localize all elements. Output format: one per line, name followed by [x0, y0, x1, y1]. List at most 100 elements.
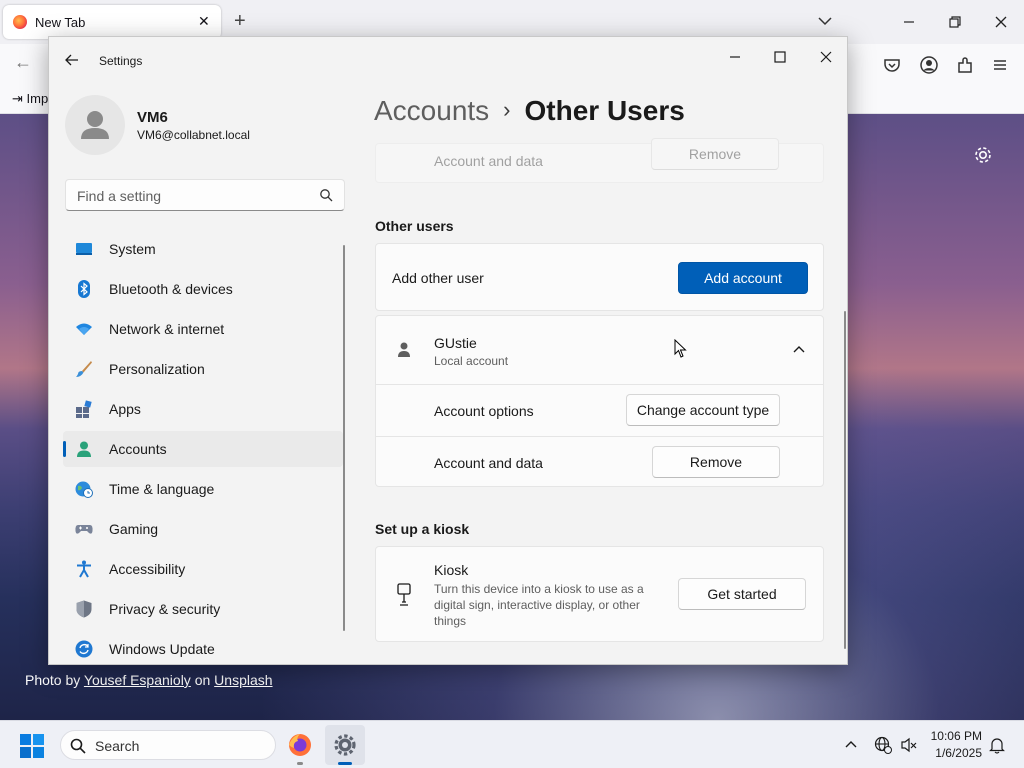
sidebar-item-accessibility[interactable]: Accessibility	[63, 551, 343, 587]
sidebar-item-personalization[interactable]: Personalization	[63, 351, 343, 387]
notification-bell-icon[interactable]	[988, 736, 1006, 754]
kiosk-desc-line-3: things	[434, 614, 467, 628]
search-input[interactable]: Find a setting	[65, 179, 345, 211]
sidebar-item-accounts[interactable]: Accounts	[63, 431, 343, 467]
clock-time[interactable]: 10:06 PM	[930, 729, 982, 743]
minimize-icon[interactable]	[721, 43, 749, 71]
add-other-user-label: Add other user	[392, 270, 484, 286]
kiosk-heading: Set up a kiosk	[375, 521, 470, 537]
new-tab-button[interactable]: +	[234, 9, 246, 33]
photo-credit: Photo by Yousef Espanioly on Unsplash	[25, 672, 273, 688]
breadcrumb-parent[interactable]: Accounts	[374, 95, 489, 126]
running-indicator	[338, 762, 352, 765]
tab-close-button[interactable]: ✕	[198, 13, 210, 29]
kiosk-title: Kiosk	[434, 562, 469, 578]
sidebar-item-windows-update[interactable]: Windows Update	[63, 631, 343, 667]
extensions-icon[interactable]	[955, 55, 975, 75]
windows-start-icon[interactable]	[20, 734, 44, 758]
menu-icon[interactable]	[990, 55, 1010, 75]
firefox-icon	[289, 734, 311, 756]
update-icon	[75, 640, 93, 658]
shield-icon	[76, 600, 92, 618]
search-icon[interactable]	[319, 188, 333, 202]
taskbar-firefox[interactable]	[280, 725, 320, 765]
wifi-icon	[76, 323, 92, 335]
maximize-icon[interactable]	[766, 43, 794, 71]
partial-account-row: Account and data Remove	[375, 138, 824, 183]
sidebar-item-privacy[interactable]: Privacy & security	[63, 591, 343, 627]
sidebar-item-network[interactable]: Network & internet	[63, 311, 343, 347]
minimize-icon[interactable]	[899, 12, 919, 32]
search-icon	[70, 738, 86, 754]
sidebar-item-bluetooth[interactable]: Bluetooth & devices	[63, 271, 343, 307]
accounts-icon	[77, 441, 91, 457]
sidebar-item-system[interactable]: System	[63, 231, 343, 267]
kiosk-desc-line-1: Turn this device into a kiosk to use as …	[434, 582, 644, 596]
chevron-up-icon[interactable]	[792, 344, 806, 354]
sidebar-item-gaming[interactable]: Gaming	[63, 511, 343, 547]
remove-button[interactable]: Remove	[652, 446, 780, 478]
user-icon	[81, 111, 109, 139]
add-other-user-card: Add other user Add account	[375, 243, 824, 311]
profile-name: VM6	[137, 109, 168, 126]
gear-icon[interactable]	[972, 144, 994, 166]
avatar[interactable]	[65, 95, 125, 155]
divider	[376, 436, 823, 437]
browser-tab-new-tab[interactable]: New Tab ✕	[3, 5, 221, 39]
chevron-down-icon[interactable]	[816, 12, 834, 30]
bookmark-import[interactable]: ⇥ Imp	[12, 91, 48, 107]
active-indicator	[63, 441, 66, 457]
bluetooth-icon	[78, 280, 90, 298]
sidebar-scrollbar[interactable]	[343, 245, 345, 631]
sidebar-item-time-language[interactable]: Time & language	[63, 471, 343, 507]
firefox-icon	[13, 15, 27, 29]
unsplash-link[interactable]: Unsplash	[214, 672, 272, 688]
restore-icon[interactable]	[945, 12, 965, 32]
back-arrow-icon[interactable]	[63, 51, 81, 69]
breadcrumb: Accounts › Other Users	[374, 95, 685, 127]
change-account-type-button[interactable]: Change account type	[626, 394, 780, 426]
remove-button-partial[interactable]: Remove	[651, 138, 779, 170]
taskbar-settings[interactable]	[325, 725, 365, 765]
gear-icon	[334, 734, 356, 756]
add-account-button[interactable]: Add account	[678, 262, 808, 294]
account-icon[interactable]	[919, 55, 939, 75]
taskbar: Search 10:06 PM 1/6/2025	[0, 720, 1024, 768]
kiosk-desc-line-2: digital sign, interactive display, or ot…	[434, 598, 640, 612]
profile-email: VM6@collabnet.local	[137, 128, 250, 142]
divider	[376, 384, 823, 385]
content-scrollbar[interactable]	[844, 311, 846, 649]
close-icon[interactable]	[812, 43, 840, 71]
kiosk-icon	[397, 583, 411, 606]
kiosk-card: Kiosk Turn this device into a kiosk to u…	[375, 546, 824, 642]
photo-author-link[interactable]: Yousef Espanioly	[84, 672, 191, 688]
user-card-gustie: GUstie Local account Account options Cha…	[375, 315, 824, 487]
search-placeholder: Find a setting	[77, 188, 162, 204]
user-expander-header[interactable]: GUstie Local account	[376, 316, 823, 384]
back-arrow-icon[interactable]: ←	[14, 52, 32, 73]
settings-window: Settings VM6 VM6@collabnet.local Find a …	[48, 36, 848, 665]
page-title: Other Users	[524, 95, 685, 126]
sidebar-item-apps[interactable]: Apps	[63, 391, 343, 427]
close-icon[interactable]	[991, 12, 1011, 32]
get-started-button[interactable]: Get started	[678, 578, 806, 610]
taskbar-search[interactable]: Search	[60, 730, 276, 760]
pocket-icon[interactable]	[882, 55, 902, 75]
import-icon: ⇥	[12, 91, 27, 106]
chevron-right-icon: ›	[503, 97, 511, 122]
user-name: GUstie	[434, 335, 477, 351]
accessibility-icon	[77, 560, 91, 578]
apps-icon	[76, 400, 92, 418]
window-title: Settings	[99, 54, 143, 68]
gamepad-icon	[75, 525, 93, 534]
other-users-heading: Other users	[375, 218, 454, 234]
account-options-label: Account options	[434, 403, 534, 419]
account-data-label: Account and data	[434, 455, 543, 471]
settings-titlebar: Settings	[49, 37, 847, 85]
chevron-up-icon[interactable]	[842, 736, 860, 754]
clock-date[interactable]: 1/6/2025	[930, 746, 982, 760]
volume-muted-icon[interactable]	[900, 736, 918, 754]
brush-icon	[76, 361, 92, 377]
network-globe-icon[interactable]	[874, 736, 892, 754]
mouse-cursor-icon	[674, 339, 687, 358]
